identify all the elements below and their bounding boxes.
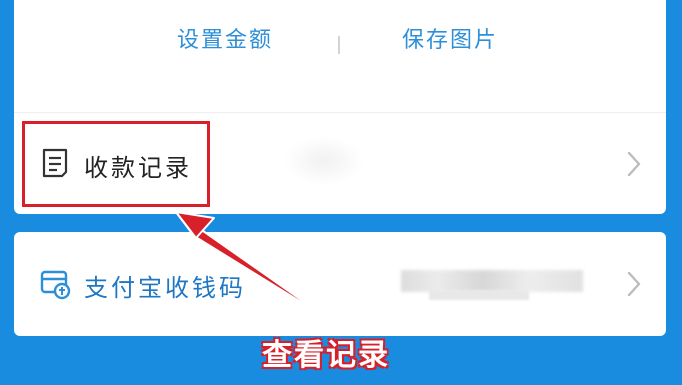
faint-background-mark (284, 136, 364, 186)
action-divider (338, 36, 340, 54)
blurred-account-info (401, 270, 583, 292)
highlight-box (22, 121, 210, 207)
alipay-card: 支付宝收钱码 (14, 232, 666, 336)
set-amount-button[interactable]: 设置金额 (177, 22, 273, 54)
alipay-cashier-code-row[interactable]: 支付宝收钱码 (14, 234, 666, 334)
blurred-account-info-secondary (429, 290, 529, 300)
alipay-cashier-code-label: 支付宝收钱码 (84, 274, 246, 302)
chevron-right-icon (627, 151, 641, 177)
save-image-button[interactable]: 保存图片 (402, 22, 498, 54)
alipay-cashier-icon (40, 270, 71, 300)
section-divider (14, 112, 666, 113)
annotation-label: 查看记录 (262, 338, 390, 373)
chevron-right-icon (627, 271, 641, 297)
